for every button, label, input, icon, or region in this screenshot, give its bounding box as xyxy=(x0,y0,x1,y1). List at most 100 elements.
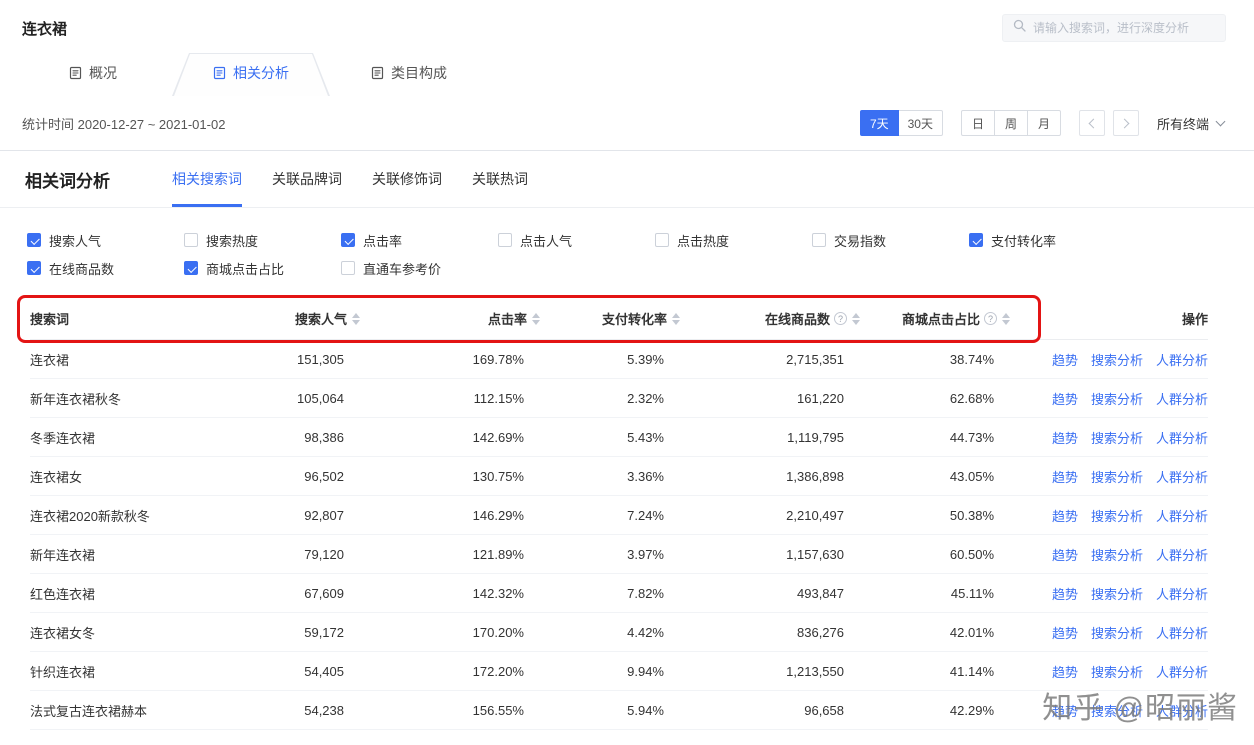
trend-link[interactable]: 趋势 xyxy=(1052,350,1078,369)
tab-related-analysis[interactable]: 相关分析 xyxy=(172,50,330,96)
metric-checkbox[interactable]: 点击率 xyxy=(341,231,498,250)
subtab-related-modifier-words[interactable]: 关联修饰词 xyxy=(372,151,442,207)
search-analysis-link[interactable]: 搜索分析 xyxy=(1091,467,1143,486)
metric-checkbox[interactable]: 搜索热度 xyxy=(184,231,341,250)
metric-checkbox[interactable]: 支付转化率 xyxy=(969,231,1126,250)
audience-analysis-link[interactable]: 人群分析 xyxy=(1156,506,1208,525)
trend-link[interactable]: 趋势 xyxy=(1052,623,1078,642)
metric-checkbox[interactable]: 点击人气 xyxy=(498,231,655,250)
help-icon[interactable]: ? xyxy=(984,312,997,325)
period-7d-button[interactable]: 7天 xyxy=(860,110,899,136)
checkbox-icon xyxy=(812,233,826,247)
checkbox-icon xyxy=(341,233,355,247)
period-30d-button[interactable]: 30天 xyxy=(898,110,943,136)
table-row: 连衣裙2020新款秋冬92,807146.29%7.24%2,210,49750… xyxy=(30,496,1208,535)
audience-analysis-link[interactable]: 人群分析 xyxy=(1156,584,1208,603)
value-cell: 121.89% xyxy=(360,547,540,562)
help-icon[interactable]: ? xyxy=(834,312,847,325)
column-header[interactable]: 在线商品数? xyxy=(680,309,860,328)
audience-analysis-link[interactable]: 人群分析 xyxy=(1156,350,1208,369)
granularity-week-button[interactable]: 周 xyxy=(994,110,1028,136)
metric-checkbox[interactable]: 直通车参考价 xyxy=(341,259,498,278)
column-header[interactable]: 支付转化率 xyxy=(540,309,680,328)
metric-checkbox-label: 在线商品数 xyxy=(49,259,114,278)
search-analysis-link[interactable]: 搜索分析 xyxy=(1091,428,1143,447)
sort-icon[interactable] xyxy=(672,313,680,325)
value-cell: 2.32% xyxy=(540,391,680,406)
value-cell: 60.50% xyxy=(860,547,1010,562)
subtab-related-hot-words[interactable]: 关联热词 xyxy=(472,151,528,207)
subtab-related-search-words[interactable]: 相关搜索词 xyxy=(172,151,242,207)
search-input[interactable] xyxy=(1033,21,1215,35)
trend-link[interactable]: 趋势 xyxy=(1052,545,1078,564)
audience-analysis-link[interactable]: 人群分析 xyxy=(1156,662,1208,681)
value-cell: 5.43% xyxy=(540,430,680,445)
next-period-button[interactable] xyxy=(1113,110,1139,136)
tab-label: 概况 xyxy=(89,63,117,83)
sort-desc-icon xyxy=(352,320,360,325)
checkbox-icon xyxy=(27,233,41,247)
audience-analysis-link[interactable]: 人群分析 xyxy=(1156,428,1208,447)
value-cell: 1,213,550 xyxy=(680,664,860,679)
audience-analysis-link[interactable]: 人群分析 xyxy=(1156,623,1208,642)
audience-analysis-link[interactable]: 人群分析 xyxy=(1156,389,1208,408)
tab-overview[interactable]: 概况 xyxy=(14,50,172,96)
granularity-day-button[interactable]: 日 xyxy=(961,110,995,136)
search-analysis-link[interactable]: 搜索分析 xyxy=(1091,584,1143,603)
granularity-month-button[interactable]: 月 xyxy=(1027,110,1061,136)
value-cell: 5.94% xyxy=(540,703,680,718)
metric-checkbox[interactable]: 在线商品数 xyxy=(27,259,184,278)
tab-label: 相关分析 xyxy=(233,63,289,83)
search-box[interactable] xyxy=(1002,14,1226,42)
column-header-label: 商城点击占比 xyxy=(902,309,980,328)
trend-link[interactable]: 趋势 xyxy=(1052,584,1078,603)
value-cell: 79,120 xyxy=(200,547,360,562)
audience-analysis-link[interactable]: 人群分析 xyxy=(1156,545,1208,564)
column-header: 操作 xyxy=(1010,309,1208,328)
column-header-label: 操作 xyxy=(1182,309,1208,328)
sort-icon[interactable] xyxy=(352,313,360,325)
value-cell: 105,064 xyxy=(200,391,360,406)
search-analysis-link[interactable]: 搜索分析 xyxy=(1091,662,1143,681)
audience-analysis-link[interactable]: 人群分析 xyxy=(1156,467,1208,486)
metric-checkbox[interactable]: 点击热度 xyxy=(655,231,812,250)
sort-icon[interactable] xyxy=(852,313,860,325)
keyword-cell: 新年连衣裙 xyxy=(30,545,200,564)
actions-cell: 趋势搜索分析人群分析 xyxy=(1010,623,1208,642)
chevron-left-icon xyxy=(1089,118,1099,128)
metric-checkbox[interactable]: 交易指数 xyxy=(812,231,969,250)
trend-link[interactable]: 趋势 xyxy=(1052,506,1078,525)
search-analysis-link[interactable]: 搜索分析 xyxy=(1091,623,1143,642)
subtab-related-brand-words[interactable]: 关联品牌词 xyxy=(272,151,342,207)
keyword-cell: 新年连衣裙秋冬 xyxy=(30,389,200,408)
trend-link[interactable]: 趋势 xyxy=(1052,389,1078,408)
metric-checkbox[interactable]: 搜索人气 xyxy=(27,231,184,250)
trend-link[interactable]: 趋势 xyxy=(1052,428,1078,447)
value-cell: 45.11% xyxy=(860,586,1010,601)
search-analysis-link[interactable]: 搜索分析 xyxy=(1091,389,1143,408)
table-row: 连衣裙151,305169.78%5.39%2,715,35138.74%趋势搜… xyxy=(30,340,1208,379)
table-row: 红色连衣裙67,609142.32%7.82%493,84745.11%趋势搜索… xyxy=(30,574,1208,613)
value-cell: 5.39% xyxy=(540,352,680,367)
table-row: 新年连衣裙79,120121.89%3.97%1,157,63060.50%趋势… xyxy=(30,535,1208,574)
keyword-cell: 针织连衣裙 xyxy=(30,662,200,681)
metric-checkbox-label: 直通车参考价 xyxy=(363,259,441,278)
document-icon xyxy=(69,66,82,80)
prev-period-button[interactable] xyxy=(1079,110,1105,136)
column-header[interactable]: 商城点击占比? xyxy=(860,309,1010,328)
trend-link[interactable]: 趋势 xyxy=(1052,662,1078,681)
table-row: 冬季连衣裙98,386142.69%5.43%1,119,79544.73%趋势… xyxy=(30,418,1208,457)
metric-checkbox[interactable]: 商城点击占比 xyxy=(184,259,341,278)
value-cell: 7.24% xyxy=(540,508,680,523)
tab-category-composition[interactable]: 类目构成 xyxy=(330,50,488,96)
column-header[interactable]: 搜索人气 xyxy=(200,309,360,328)
sort-icon[interactable] xyxy=(532,313,540,325)
sort-icon[interactable] xyxy=(1002,313,1010,325)
trend-link[interactable]: 趋势 xyxy=(1052,467,1078,486)
checkbox-icon xyxy=(655,233,669,247)
search-analysis-link[interactable]: 搜索分析 xyxy=(1091,545,1143,564)
search-analysis-link[interactable]: 搜索分析 xyxy=(1091,506,1143,525)
search-analysis-link[interactable]: 搜索分析 xyxy=(1091,350,1143,369)
terminal-dropdown[interactable]: 所有终端 xyxy=(1157,114,1224,133)
column-header[interactable]: 点击率 xyxy=(360,309,540,328)
